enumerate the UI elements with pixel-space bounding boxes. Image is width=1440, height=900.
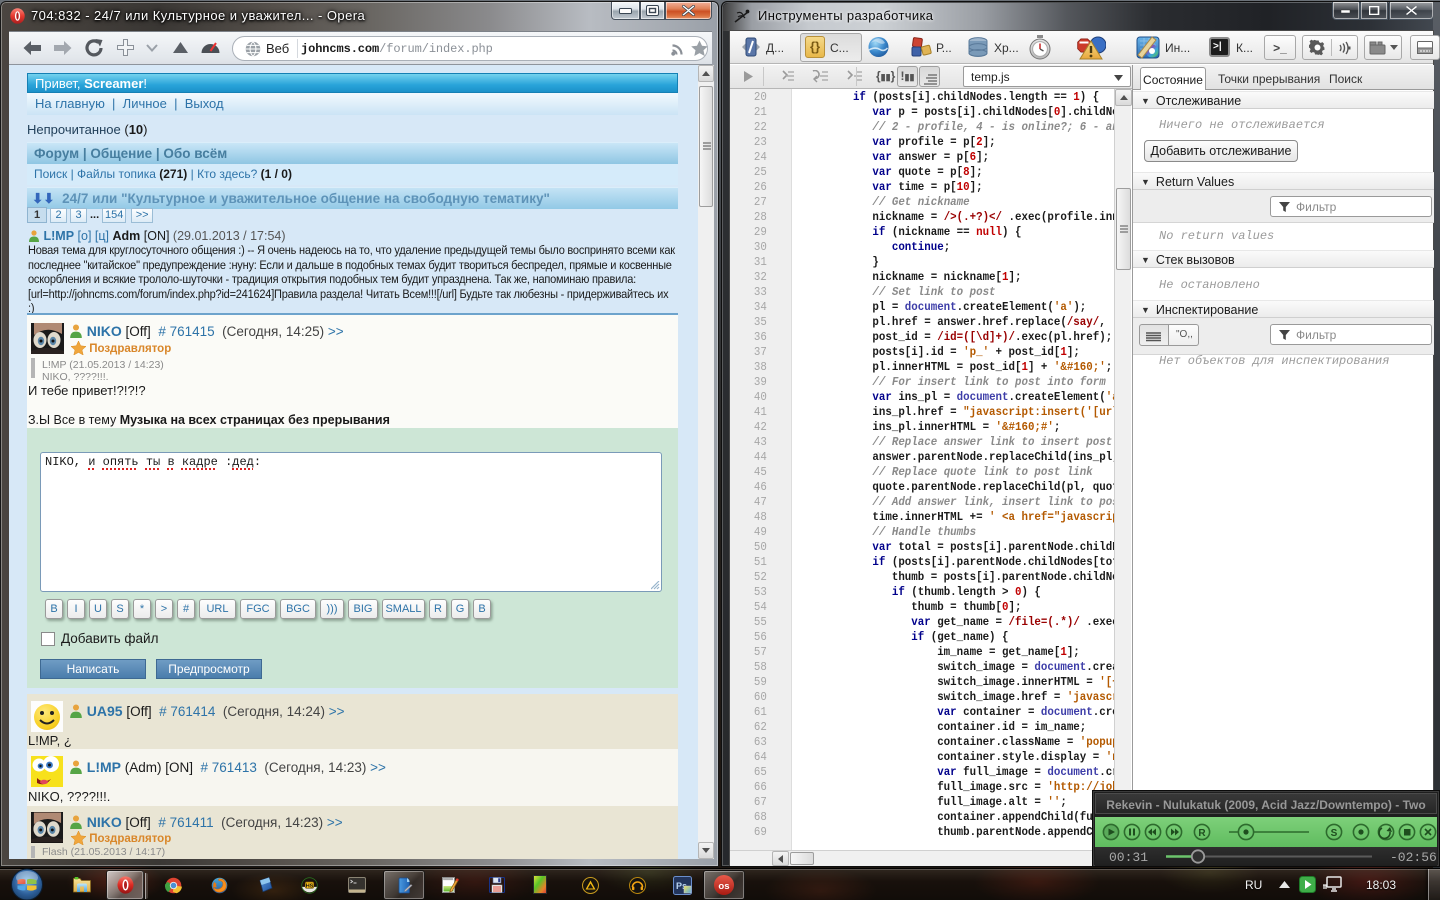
svg-text:S: S — [1331, 828, 1338, 839]
svg-text:R: R — [1198, 828, 1206, 839]
svg-text:HS: HS — [306, 883, 314, 889]
svg-text:os: os — [718, 881, 729, 892]
